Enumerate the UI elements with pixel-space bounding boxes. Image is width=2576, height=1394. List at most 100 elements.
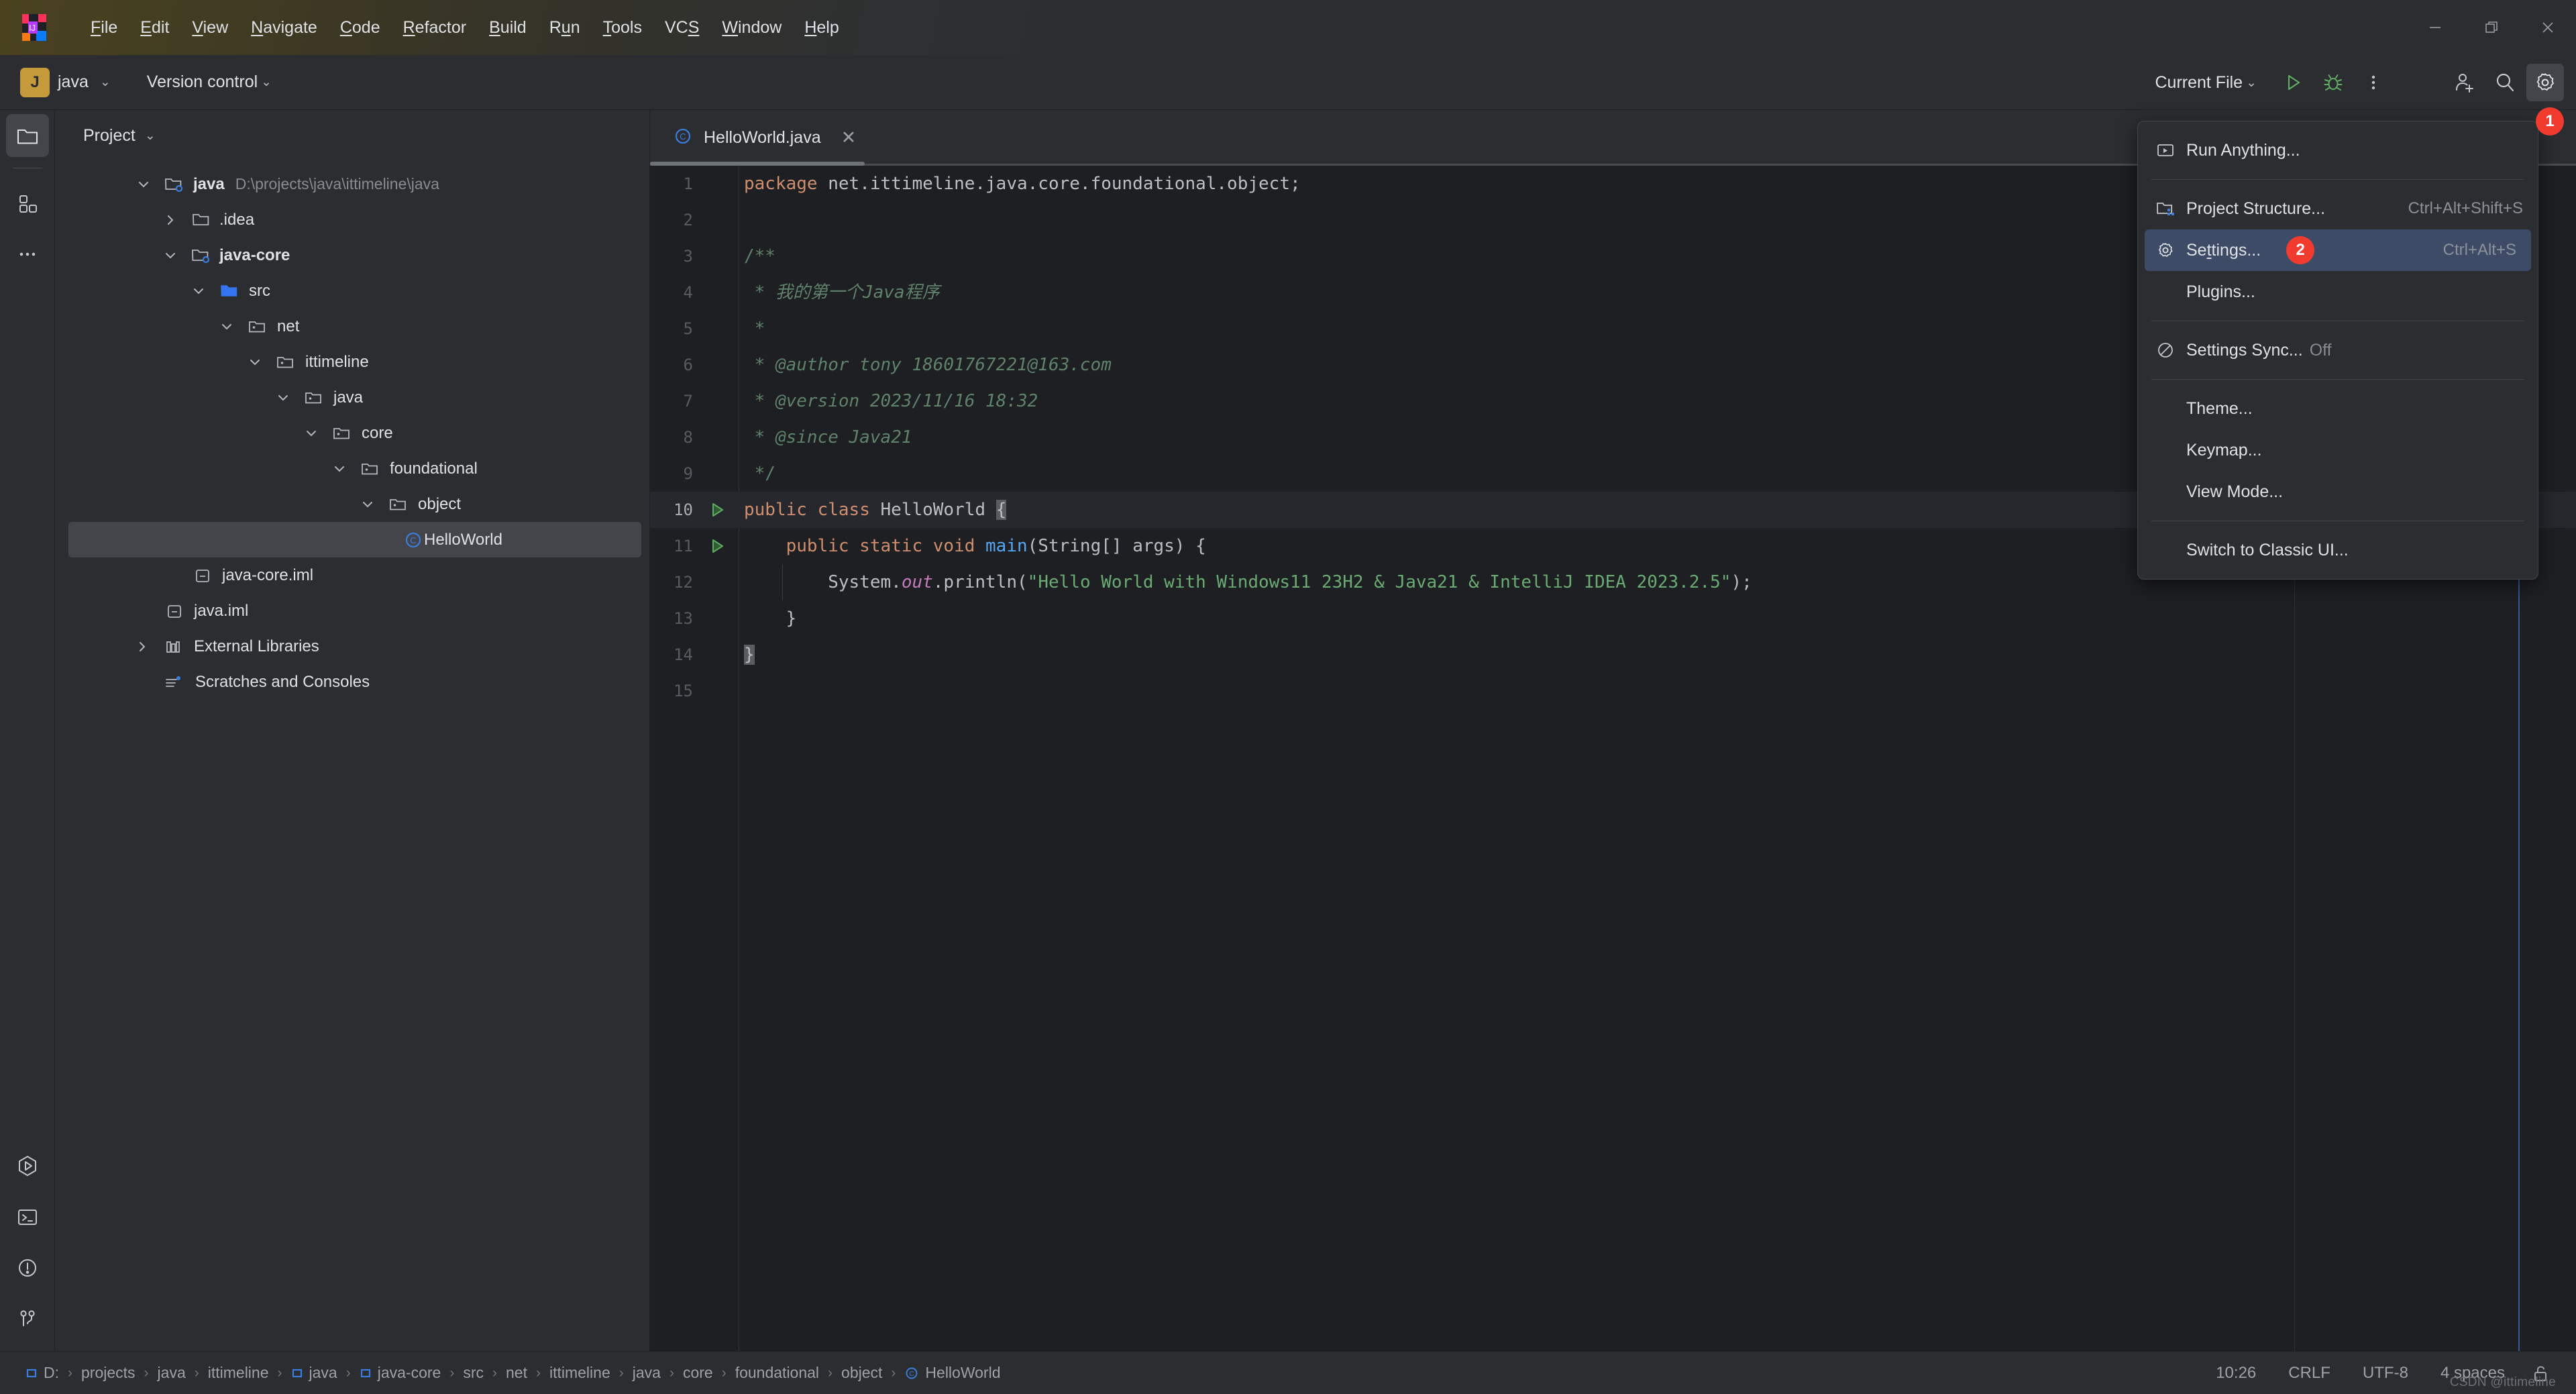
tree-node-java-iml[interactable]: java.iml (55, 593, 649, 629)
breadcrumb-item-helloworld[interactable]: C HelloWorld (904, 1364, 1000, 1382)
menu-help[interactable]: Help (793, 14, 850, 42)
tree-node-foundational[interactable]: foundational (55, 451, 649, 486)
run-gutter-icon[interactable] (708, 537, 727, 559)
breadcrumb-item-ittimeline[interactable]: ittimeline (208, 1364, 269, 1382)
status-time[interactable]: 10:26 (2200, 1364, 2272, 1383)
project-folder-icon[interactable] (0, 110, 55, 161)
tree-node-java-pkg[interactable]: java (55, 380, 649, 415)
tree-node-core[interactable]: core (55, 415, 649, 451)
chevron-down-icon[interactable]: ⌄ (145, 128, 156, 144)
commit-icon[interactable] (0, 178, 55, 229)
menu-item-settings-sync[interactable]: Settings Sync... Off (2138, 329, 2538, 371)
problems-icon[interactable] (0, 1242, 55, 1293)
expand-arrow-icon[interactable] (354, 497, 381, 512)
tree-node-src[interactable]: src (55, 273, 649, 309)
menu-item-keymap[interactable]: Keymap... (2138, 429, 2538, 471)
gutter[interactable]: 5 (650, 311, 739, 347)
add-user-icon[interactable] (2446, 64, 2483, 101)
breadcrumb-item-src[interactable]: src (463, 1364, 484, 1382)
search-icon[interactable] (2486, 64, 2524, 101)
expand-arrow-icon[interactable] (185, 284, 212, 299)
breadcrumb-item-foundational[interactable]: foundational (735, 1364, 819, 1382)
expand-arrow-icon[interactable] (213, 319, 240, 334)
settings-gear-icon[interactable] (2526, 64, 2564, 101)
gutter[interactable]: 13 (650, 600, 739, 637)
breadcrumb-item-d[interactable]: D: (25, 1364, 59, 1382)
menu-item-project-structure[interactable]: Project Structure... Ctrl+Alt+Shift+S (2138, 188, 2538, 229)
expand-arrow-icon[interactable] (270, 390, 297, 405)
project-selector[interactable]: J java ⌄ (20, 67, 111, 97)
terminal-icon[interactable] (0, 1191, 55, 1242)
menu-item-theme[interactable]: Theme... (2138, 388, 2538, 429)
gutter[interactable]: 3 (650, 238, 739, 274)
gutter[interactable]: 8 (650, 419, 739, 455)
tree-node-scratches-and-consoles[interactable]: Scratches and Consoles (55, 664, 649, 700)
close-icon[interactable] (2520, 0, 2576, 55)
menu-refactor[interactable]: Refactor (392, 14, 478, 42)
project-panel-header[interactable]: Project ⌄ (55, 110, 649, 161)
version-control-widget[interactable]: Version control ⌄ (147, 72, 272, 92)
version-control-branch-icon[interactable] (0, 1293, 55, 1344)
gutter[interactable]: 9 (650, 455, 739, 492)
gutter[interactable]: 1 (650, 166, 739, 202)
status-encoding[interactable]: UTF-8 (2347, 1364, 2424, 1383)
menu-run[interactable]: Run (538, 14, 592, 42)
run-tool-window-icon[interactable] (0, 1140, 55, 1191)
tree-node-object[interactable]: object (55, 486, 649, 522)
menu-vcs[interactable]: VCS (653, 14, 710, 42)
expand-arrow-icon[interactable] (157, 248, 184, 263)
editor-tab-helloworld[interactable]: C HelloWorld.java ✕ (650, 110, 875, 166)
run-icon[interactable] (2274, 64, 2312, 101)
gutter[interactable]: 2 (650, 202, 739, 238)
tree-node-ittimeline[interactable]: ittimeline (55, 344, 649, 380)
menu-edit[interactable]: Edit (129, 14, 180, 42)
run-gutter-icon[interactable] (708, 500, 727, 523)
expand-arrow-icon[interactable] (130, 177, 157, 192)
menu-item-run-anything[interactable]: Run Anything... (2138, 129, 2538, 171)
gutter[interactable]: 12 (650, 564, 739, 600)
menu-item-plugins[interactable]: Plugins... (2138, 271, 2538, 313)
menu-item-settings[interactable]: Settings... 2 Ctrl+Alt+S (2145, 229, 2531, 271)
menu-file[interactable]: File (79, 14, 129, 42)
menu-navigate[interactable]: Navigate (239, 14, 329, 42)
gutter[interactable]: 11 (650, 528, 739, 564)
collapse-arrow-icon[interactable] (157, 213, 184, 227)
unlocked-icon[interactable] (2521, 1363, 2564, 1383)
tree-node-external-libraries[interactable]: External Libraries (55, 629, 649, 664)
expand-arrow-icon[interactable] (241, 355, 268, 370)
gutter[interactable]: 10 (650, 492, 739, 528)
breadcrumb-item-java[interactable]: java (158, 1364, 186, 1382)
gutter[interactable]: 4 (650, 274, 739, 311)
gutter[interactable]: 6 (650, 347, 739, 383)
breadcrumb-item-java-pkg[interactable]: java (633, 1364, 661, 1382)
debug-icon[interactable] (2314, 64, 2352, 101)
more-options-icon[interactable] (2355, 64, 2392, 101)
minimize-icon[interactable] (2407, 0, 2463, 55)
run-configuration-selector[interactable]: Current File ⌄ (2155, 73, 2257, 93)
expand-arrow-icon[interactable] (326, 462, 353, 476)
status-line-separator[interactable]: CRLF (2272, 1364, 2347, 1383)
breadcrumb-item-object[interactable]: object (841, 1364, 882, 1382)
menu-item-switch-to-classic-ui[interactable]: Switch to Classic UI... (2138, 529, 2538, 571)
collapse-arrow-icon[interactable] (129, 639, 156, 654)
tree-node-idea[interactable]: .idea (55, 202, 649, 237)
breadcrumb-item-ittimeline-pkg[interactable]: ittimeline (549, 1364, 610, 1382)
tree-node-java-core[interactable]: java-core (55, 237, 649, 273)
breadcrumb-item-core[interactable]: core (683, 1364, 713, 1382)
menu-item-view-mode[interactable]: View Mode... (2138, 471, 2538, 513)
breadcrumb-item-projects[interactable]: projects (81, 1364, 136, 1382)
menu-build[interactable]: Build (478, 14, 538, 42)
gutter[interactable]: 14 (650, 637, 739, 673)
tree-node-java-core-iml[interactable]: java-core.iml (55, 557, 649, 593)
close-icon[interactable]: ✕ (841, 129, 857, 147)
breadcrumb-item-net[interactable]: net (506, 1364, 527, 1382)
tree-node-helloworld[interactable]: C HelloWorld (68, 522, 641, 557)
menu-tools[interactable]: Tools (592, 14, 653, 42)
menu-code[interactable]: Code (329, 14, 392, 42)
status-indent[interactable]: 4 spaces (2424, 1364, 2521, 1383)
gutter[interactable]: 7 (650, 383, 739, 419)
gutter[interactable]: 15 (650, 673, 739, 709)
expand-arrow-icon[interactable] (298, 426, 325, 441)
menu-window[interactable]: Window (710, 14, 793, 42)
restore-icon[interactable] (2463, 0, 2520, 55)
